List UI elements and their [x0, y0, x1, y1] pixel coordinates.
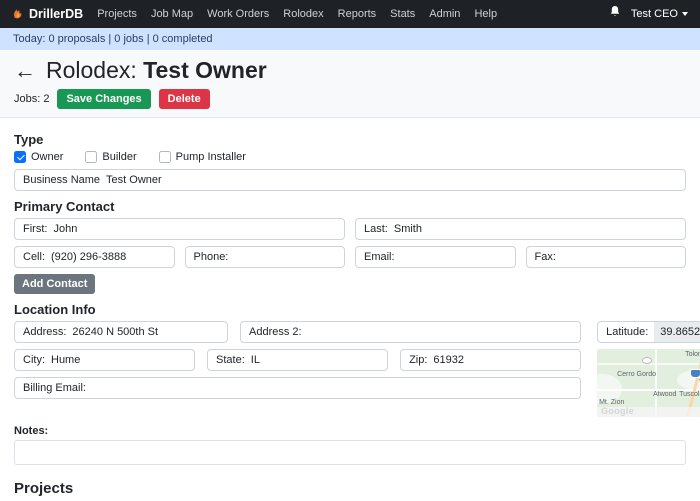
nav-menu: Projects Job Map Work Orders Rolodex Rep… — [97, 8, 595, 20]
fax-input[interactable] — [562, 247, 685, 267]
phone-group: Phone: — [185, 246, 346, 268]
city-label: City: — [15, 354, 51, 366]
cell-group: Cell: — [14, 246, 175, 268]
today-summary-text: Today: 0 proposals | 0 jobs | 0 complete… — [13, 33, 213, 45]
address2-group: Address 2: — [240, 321, 581, 343]
nav-item-help[interactable]: Help — [474, 8, 497, 20]
google-map[interactable]: Cerro Gordo Tolono Villa Grove Georgetow… — [597, 349, 700, 417]
flame-icon — [12, 4, 24, 24]
pump-installer-checkbox-label: Pump Installer — [176, 151, 246, 163]
nav-item-job-map[interactable]: Job Map — [151, 8, 193, 20]
business-name-group: Business Name — [14, 169, 686, 191]
nav-item-work-orders[interactable]: Work Orders — [207, 8, 269, 20]
owner-checkbox-box[interactable] — [14, 151, 26, 163]
address-group: Address: — [14, 321, 228, 343]
nav-item-projects[interactable]: Projects — [97, 8, 137, 20]
latitude-input[interactable] — [654, 322, 700, 342]
city-group: City: — [14, 349, 195, 371]
first-name-group: First: — [14, 218, 345, 240]
map-attribution-bar: Keyboard shortcuts Map data ©2024 Google… — [597, 407, 700, 417]
back-button[interactable]: ← — [14, 60, 36, 82]
last-name-label: Last: — [356, 223, 394, 235]
map-town-label: Mt. Zion — [599, 399, 624, 406]
map-town-label: Tolono — [685, 351, 700, 358]
user-menu[interactable]: Test CEO — [631, 8, 688, 20]
page-title-prefix: Rolodex: — [46, 57, 137, 83]
jobs-count: Jobs: 2 — [14, 93, 49, 105]
builder-checkbox-box[interactable] — [85, 151, 97, 163]
billing-email-group: Billing Email: — [14, 377, 581, 399]
state-input[interactable] — [251, 350, 387, 370]
fax-label: Fax: — [527, 251, 562, 263]
email-label: Email: — [356, 251, 401, 263]
cell-label: Cell: — [15, 251, 51, 263]
type-options: Owner Builder Pump Installer — [14, 151, 686, 163]
user-name: Test CEO — [631, 8, 678, 20]
nav-item-rolodex[interactable]: Rolodex — [283, 8, 323, 20]
page-title: Rolodex: Test Owner — [46, 57, 267, 84]
last-name-input[interactable] — [394, 219, 685, 239]
main-content: Type Owner Builder Pump Installer Busine… — [0, 118, 700, 501]
add-contact-button[interactable]: Add Contact — [14, 274, 95, 294]
checkbox-owner[interactable]: Owner — [14, 151, 63, 163]
cell-input[interactable] — [51, 247, 173, 267]
map-town-label: Atwood — [653, 391, 676, 398]
bell-icon[interactable] — [609, 5, 621, 23]
owner-checkbox-label: Owner — [31, 151, 63, 163]
first-name-label: First: — [15, 223, 53, 235]
primary-contact-heading: Primary Contact — [14, 199, 686, 214]
billing-email-label: Billing Email: — [15, 382, 92, 394]
page-header: ← Rolodex: Test Owner Jobs: 2 Save Chang… — [0, 50, 700, 118]
email-input[interactable] — [401, 247, 515, 267]
address-label: Address: — [15, 326, 72, 338]
brand-name: DrillerDB — [29, 7, 83, 21]
city-input[interactable] — [51, 350, 194, 370]
type-heading: Type — [14, 132, 686, 147]
top-navbar: DrillerDB Projects Job Map Work Orders R… — [0, 0, 700, 28]
zip-label: Zip: — [401, 354, 433, 366]
email-group: Email: — [355, 246, 516, 268]
billing-email-input[interactable] — [92, 378, 580, 398]
zip-group: Zip: — [400, 349, 581, 371]
state-group: State: — [207, 349, 388, 371]
location-info-heading: Location Info — [14, 302, 686, 317]
address2-input[interactable] — [308, 322, 581, 342]
last-name-group: Last: — [355, 218, 686, 240]
page-title-name: Test Owner — [143, 57, 267, 83]
interstate-shield-icon — [690, 369, 700, 378]
checkbox-builder[interactable]: Builder — [85, 151, 136, 163]
nav-item-reports[interactable]: Reports — [338, 8, 377, 20]
pump-installer-checkbox-box[interactable] — [159, 151, 171, 163]
delete-button[interactable]: Delete — [159, 89, 210, 109]
first-name-input[interactable] — [53, 219, 344, 239]
address-input[interactable] — [72, 322, 227, 342]
nav-item-admin[interactable]: Admin — [429, 8, 460, 20]
notes-textarea[interactable] — [14, 440, 686, 465]
save-changes-button[interactable]: Save Changes — [57, 89, 150, 109]
today-summary-bar: Today: 0 proposals | 0 jobs | 0 complete… — [0, 28, 700, 50]
phone-input[interactable] — [234, 247, 344, 267]
latitude-label: Latitude: — [598, 326, 654, 338]
business-name-label: Business Name — [15, 174, 106, 186]
latitude-group: Latitude: — [597, 321, 700, 343]
builder-checkbox-label: Builder — [102, 151, 136, 163]
fax-group: Fax: — [526, 246, 687, 268]
zip-input[interactable] — [433, 350, 580, 370]
notes-label: Notes: — [14, 425, 686, 437]
projects-heading: Projects — [14, 480, 686, 497]
nav-item-stats[interactable]: Stats — [390, 8, 415, 20]
business-name-input[interactable] — [106, 170, 685, 190]
map-town-label: Cerro Gordo — [617, 371, 656, 378]
map-town-label: Tuscola — [679, 391, 700, 398]
address2-label: Address 2: — [241, 326, 308, 338]
state-label: State: — [208, 354, 251, 366]
chevron-down-icon — [682, 12, 688, 16]
brand-logo[interactable]: DrillerDB — [12, 4, 83, 24]
phone-label: Phone: — [186, 251, 235, 263]
checkbox-pump-installer[interactable]: Pump Installer — [159, 151, 246, 163]
